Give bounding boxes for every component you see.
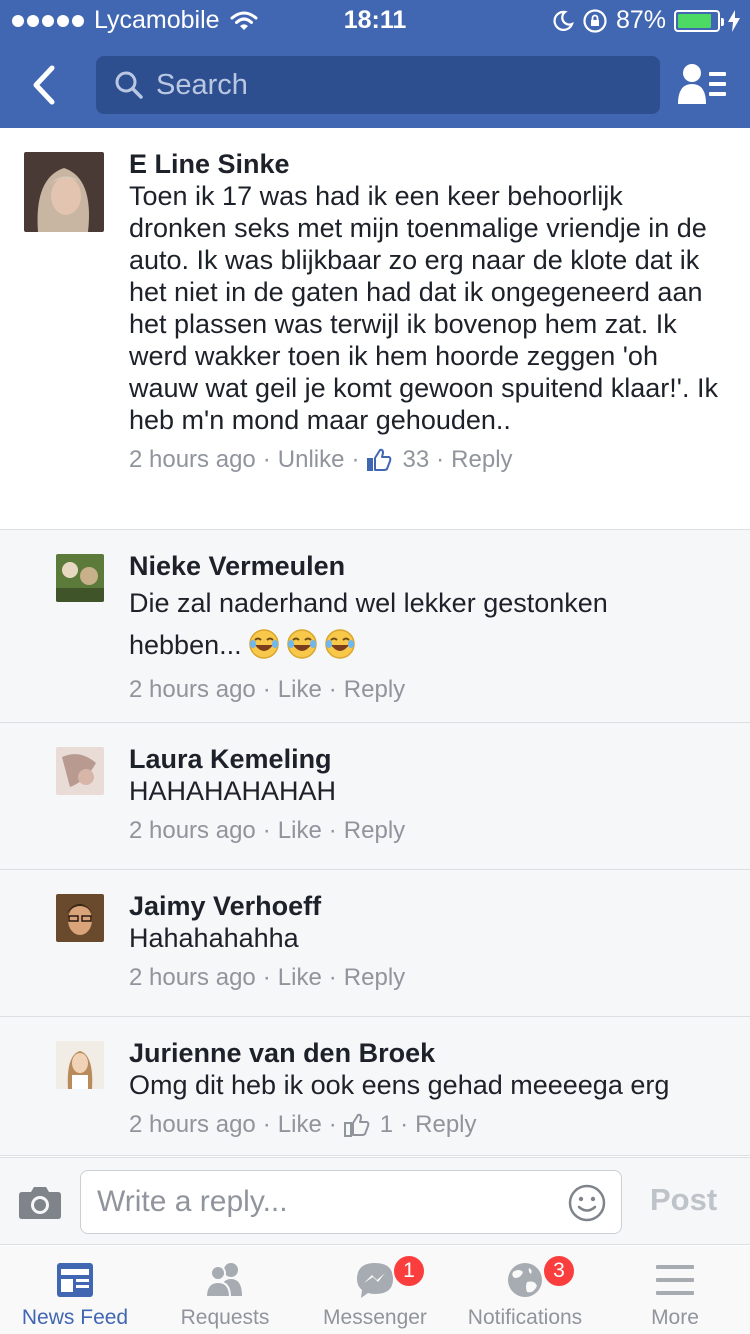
globe-icon	[508, 1263, 542, 1297]
reply-link[interactable]: Reply	[451, 446, 512, 474]
like-link[interactable]: Like	[278, 676, 322, 704]
comment-meta: 2 hours ago · Like · 1 · Reply	[129, 1111, 477, 1139]
messenger-icon	[357, 1263, 393, 1298]
comment-time: 2 hours ago	[129, 964, 256, 991]
status-bar: Lycamobile 18:11 87%	[0, 0, 750, 40]
notification-badge: 1	[392, 1254, 426, 1288]
tab-label: Notifications	[467, 1306, 583, 1329]
back-button[interactable]	[22, 60, 72, 110]
comment-text: Hahahahahha	[129, 923, 299, 953]
tab-news-feed[interactable]: News Feed	[0, 1246, 150, 1334]
rotation-lock-icon	[583, 8, 607, 33]
comment-text: HAHAHAHAHAH	[129, 776, 337, 806]
comment-list: E Line Sinke Toen ik 17 was had ik een k…	[0, 128, 750, 1156]
comment-author[interactable]: Laura Kemeling	[129, 743, 726, 775]
laughing-emoji-icon	[286, 629, 317, 659]
comment-text-wrap: Die zal naderhand wel lekker gestonken h…	[129, 582, 726, 666]
reply-box[interactable]	[80, 1170, 622, 1234]
comment-meta: 2 hours ago · Like · Reply	[129, 817, 406, 845]
avatar[interactable]	[56, 554, 104, 602]
like-count[interactable]: 33	[402, 446, 429, 474]
menu-icon	[656, 1265, 694, 1295]
thumbs-up-icon[interactable]	[343, 1112, 370, 1138]
tab-messenger[interactable]: 1 Messenger	[300, 1246, 450, 1334]
comment-text: Omg dit heb ik ook eens gehad meeeega er…	[129, 1070, 670, 1100]
reply-item: Laura Kemeling HAHAHAHAHAH 2 hours ago ·…	[0, 723, 750, 870]
tab-label: More	[651, 1306, 699, 1329]
search-bar[interactable]	[96, 56, 660, 114]
comment-meta: 2 hours ago · Like · Reply	[129, 676, 406, 704]
comment-body: Laura Kemeling HAHAHAHAHAH 2 hours ago ·…	[129, 743, 726, 845]
avatar[interactable]	[24, 152, 104, 232]
comment-author[interactable]: E Line Sinke	[129, 148, 726, 180]
comment-time: 2 hours ago	[129, 676, 256, 703]
avatar[interactable]	[56, 747, 104, 795]
tab-requests[interactable]: Requests	[150, 1246, 300, 1334]
reply-link[interactable]: Reply	[344, 676, 405, 704]
tab-label: Requests	[180, 1306, 270, 1329]
battery-percent: 87%	[615, 6, 666, 34]
comment-time: 2 hours ago	[129, 1111, 256, 1138]
moon-icon	[553, 10, 574, 31]
comment-time: 2 hours ago	[129, 446, 256, 473]
tab-more[interactable]: More	[600, 1246, 750, 1334]
news-feed-icon	[57, 1263, 93, 1297]
reply-composer: Post	[0, 1157, 750, 1245]
avatar[interactable]	[56, 1041, 104, 1089]
comment-body: Jaimy Verhoeff Hahahahahha 2 hours ago ·…	[129, 890, 726, 992]
friends-list-button[interactable]	[676, 62, 728, 108]
like-link[interactable]: Like	[278, 1111, 322, 1139]
comment-item: E Line Sinke Toen ik 17 was had ik een k…	[0, 128, 750, 530]
notification-badge: 3	[542, 1254, 576, 1288]
camera-icon[interactable]	[18, 1184, 62, 1220]
comment-text: Toen ik 17 was had ik een keer behoorlij…	[129, 181, 718, 435]
comment-meta: 2 hours ago · Unlike · 33 · Reply	[129, 446, 513, 474]
tab-label: Messenger	[323, 1306, 427, 1329]
search-input[interactable]	[156, 68, 636, 102]
laughing-emoji-icon	[248, 629, 279, 659]
tab-notifications[interactable]: 3 Notifications	[450, 1246, 600, 1334]
comment-author[interactable]: Jaimy Verhoeff	[129, 890, 726, 922]
reply-item: Jurienne van den Broek Omg dit heb ik oo…	[0, 1017, 750, 1156]
comment-text: Die zal naderhand wel lekker gestonken h…	[129, 588, 608, 660]
reply-input[interactable]	[97, 1185, 547, 1219]
smiley-icon[interactable]	[567, 1183, 607, 1223]
like-count[interactable]: 1	[380, 1111, 393, 1139]
laughing-emoji-icon	[324, 629, 355, 659]
thumbs-up-icon[interactable]	[366, 447, 392, 473]
comment-author[interactable]: Nieke Vermeulen	[129, 550, 726, 582]
search-icon	[115, 71, 143, 99]
tab-bar: News Feed Requests 1 Messenger 3 Notific…	[0, 1246, 750, 1334]
reply-link[interactable]: Reply	[344, 964, 405, 992]
avatar[interactable]	[56, 894, 104, 942]
comment-body: Jurienne van den Broek Omg dit heb ik oo…	[129, 1037, 726, 1139]
reply-link[interactable]: Reply	[344, 817, 405, 845]
comment-time: 2 hours ago	[129, 817, 256, 844]
charging-icon	[728, 9, 740, 32]
unlike-link[interactable]: Unlike	[278, 446, 345, 474]
tab-label: News Feed	[21, 1306, 129, 1329]
reply-item: Nieke Vermeulen Die zal naderhand wel le…	[0, 530, 750, 723]
comment-body: E Line Sinke Toen ik 17 was had ik een k…	[129, 148, 726, 474]
nav-row	[0, 56, 750, 114]
like-link[interactable]: Like	[278, 964, 322, 992]
comment-author[interactable]: Jurienne van den Broek	[129, 1037, 726, 1069]
requests-icon	[204, 1263, 242, 1298]
comment-body: Nieke Vermeulen Die zal naderhand wel le…	[129, 550, 726, 704]
battery-icon	[674, 9, 724, 32]
post-button[interactable]: Post	[650, 1182, 717, 1218]
comment-meta: 2 hours ago · Like · Reply	[129, 964, 406, 992]
like-link[interactable]: Like	[278, 817, 322, 845]
status-right: 87%	[552, 6, 740, 35]
reply-link[interactable]: Reply	[415, 1111, 476, 1139]
reply-item: Jaimy Verhoeff Hahahahahha 2 hours ago ·…	[0, 870, 750, 1017]
top-bar: Lycamobile 18:11 87%	[0, 0, 750, 128]
